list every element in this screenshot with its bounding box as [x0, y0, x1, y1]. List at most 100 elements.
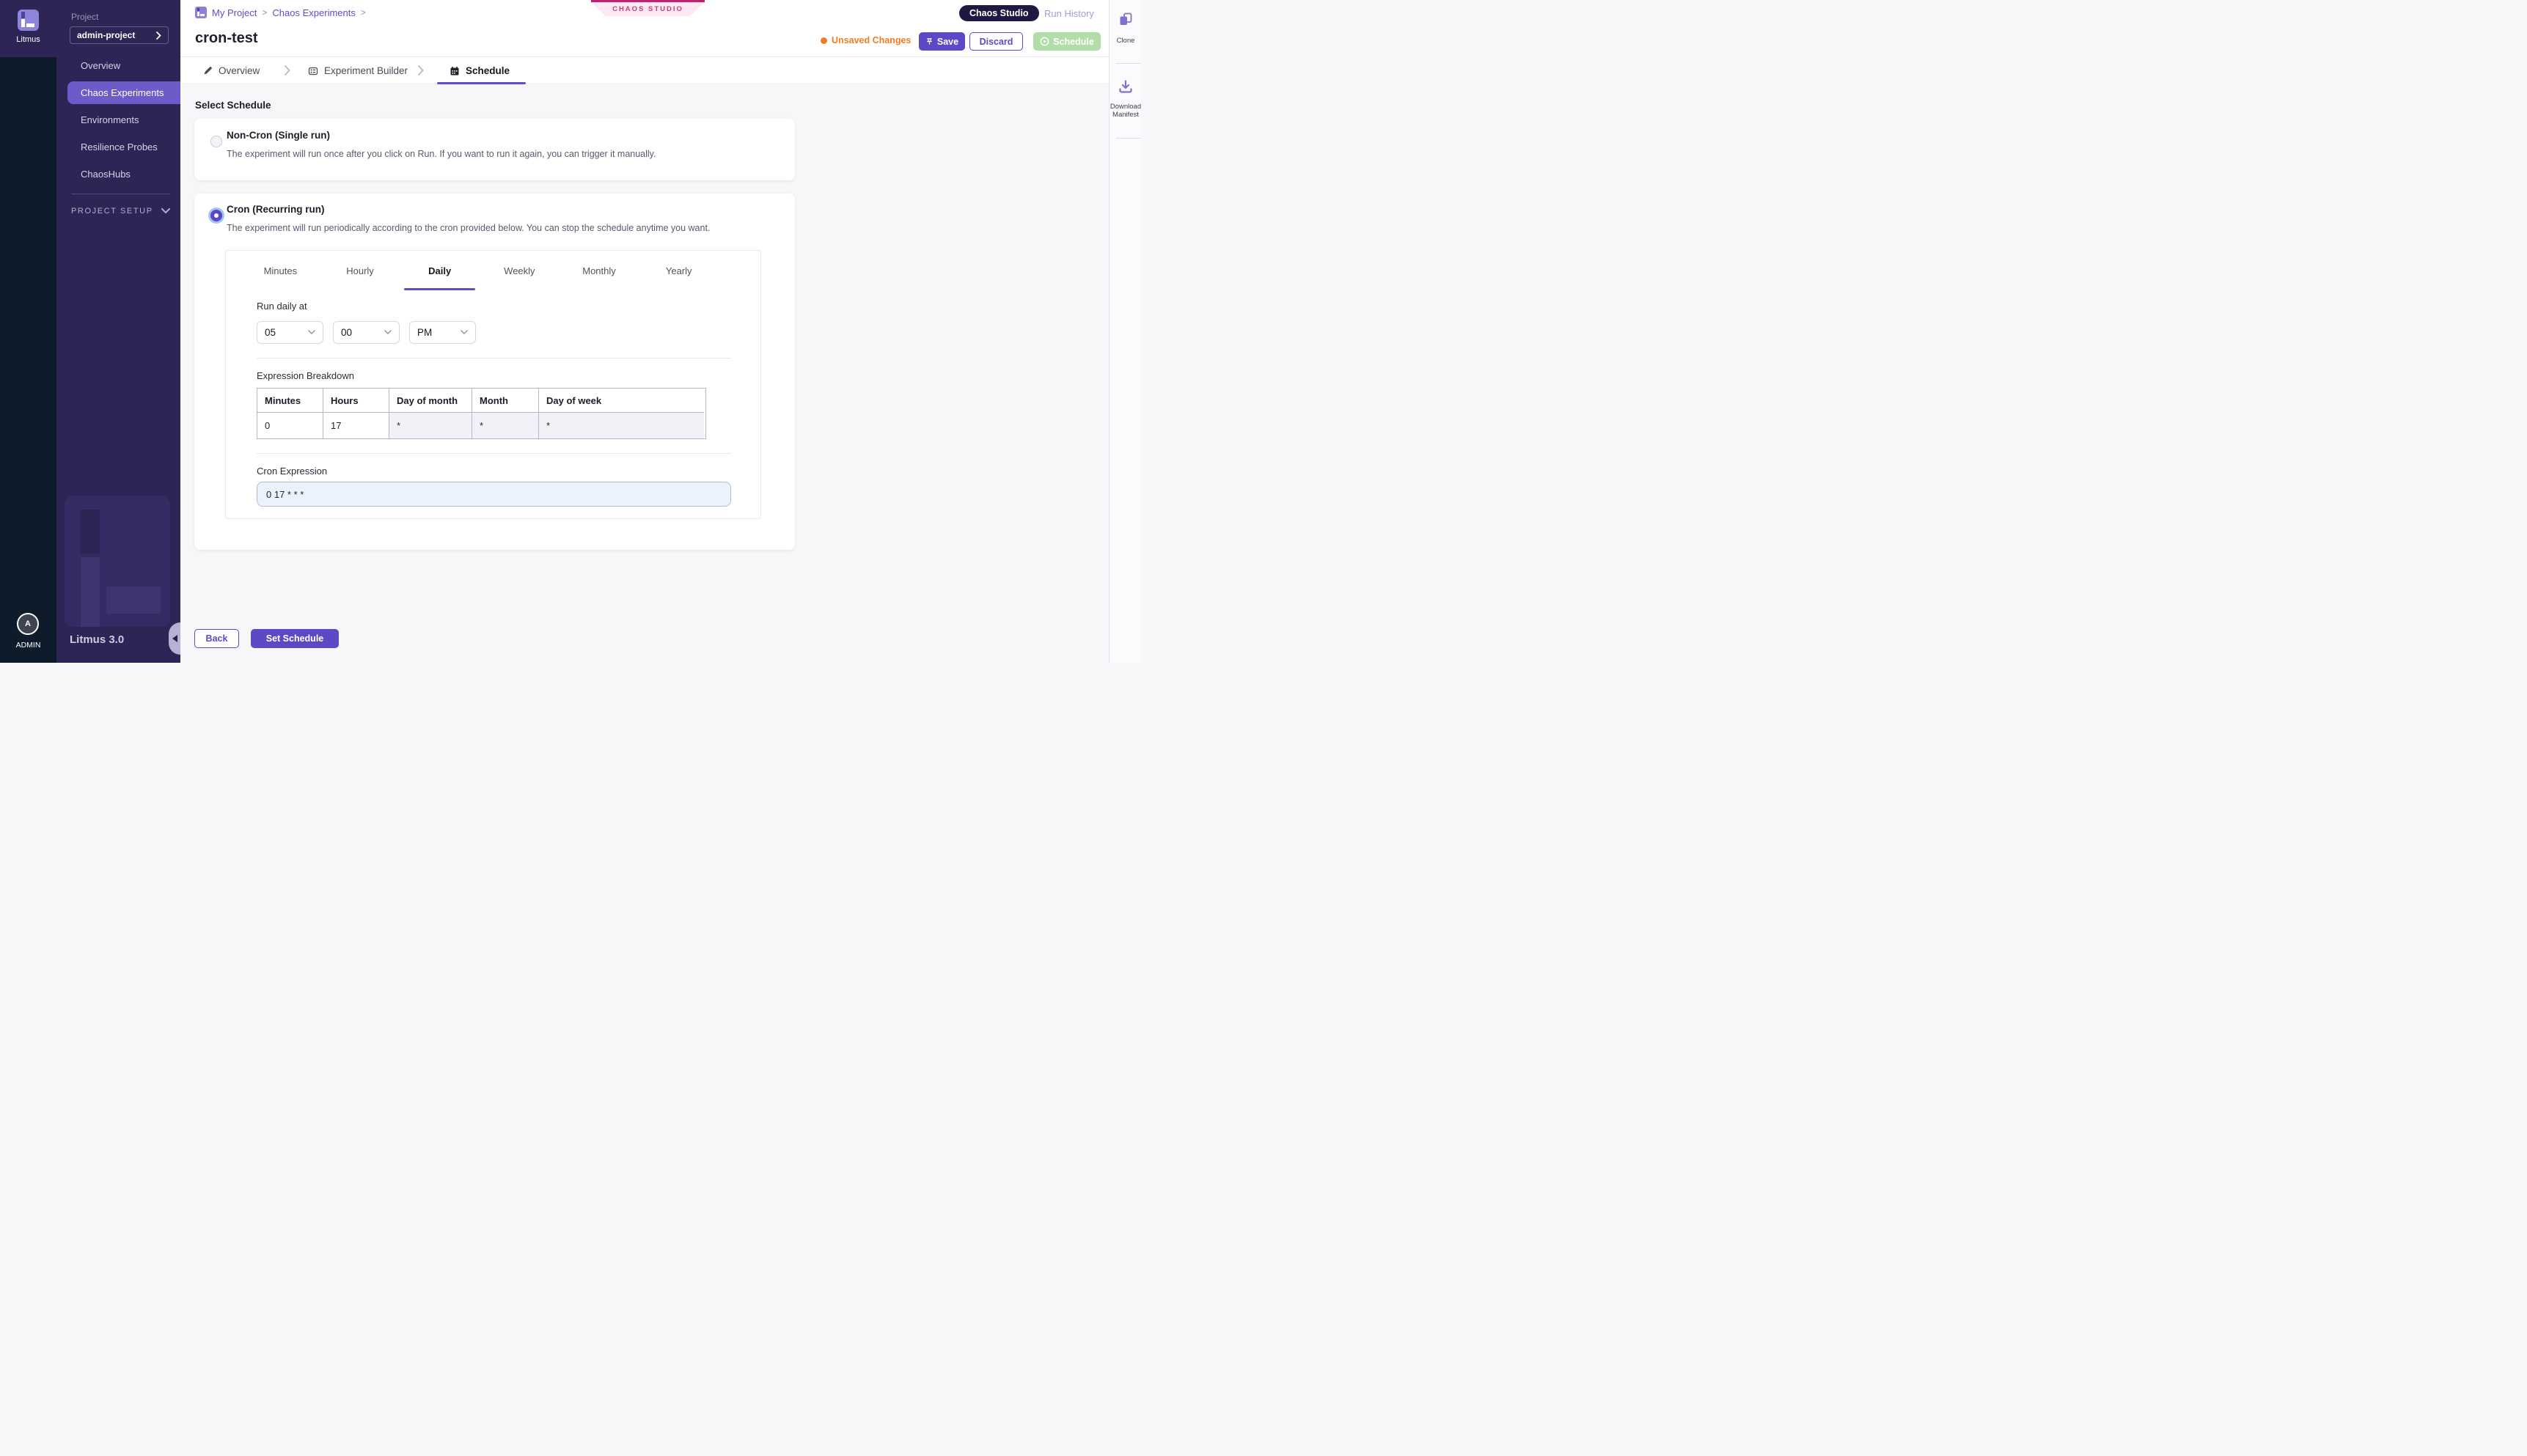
cron-radio[interactable] — [210, 210, 222, 221]
breadcrumb-chaos-experiments[interactable]: Chaos Experiments — [272, 7, 355, 18]
cron-expression-value: 0 17 * * * — [266, 489, 304, 500]
sidebar-item-overview[interactable]: Overview — [56, 52, 180, 79]
cron-title: Cron (Recurring run) — [227, 204, 325, 215]
chevron-down-icon — [461, 330, 468, 335]
chaos-studio-ribbon: CHAOS STUDIO — [591, 0, 705, 16]
cron-tab-hourly-label: Hourly — [346, 265, 374, 276]
discard-button[interactable]: Discard — [969, 32, 1023, 51]
clone-button[interactable] — [1110, 12, 1141, 28]
cron-tab-yearly-label: Yearly — [666, 265, 692, 276]
chevron-down-icon — [308, 330, 315, 335]
cron-tab-yearly[interactable]: Yearly — [639, 251, 719, 290]
expression-breakdown-label: Expression Breakdown — [257, 370, 354, 381]
tab-overview[interactable]: Overview — [203, 57, 260, 84]
stepper-tabbar: Overview Experiment Builder Schedule — [180, 57, 1109, 84]
collapse-arrow-icon — [172, 635, 177, 642]
cron-tab-daily[interactable]: Daily — [400, 251, 480, 290]
back-label: Back — [206, 633, 228, 644]
cron-tab-minutes-label: Minutes — [264, 265, 298, 276]
cron-tab-weekly-label: Weekly — [504, 265, 535, 276]
column-header: Hours — [323, 389, 389, 413]
run-history-toggle[interactable]: Run History — [1044, 8, 1094, 19]
tab-schedule-label: Schedule — [466, 65, 510, 76]
breakdown-hours-value: 17 — [323, 413, 389, 438]
cron-tab-hourly[interactable]: Hourly — [320, 251, 400, 290]
schedule-button-disabled[interactable]: Schedule — [1033, 32, 1101, 51]
save-button[interactable]: Save — [919, 32, 965, 51]
non-cron-radio[interactable] — [210, 136, 222, 147]
experiment-builder-icon — [308, 66, 318, 76]
version-label: Litmus 3.0 — [70, 633, 124, 646]
active-cron-tab-underline — [404, 288, 475, 290]
column-header: Day of month — [389, 389, 472, 413]
cron-tab-weekly[interactable]: Weekly — [480, 251, 560, 290]
discard-label: Discard — [980, 37, 1013, 47]
breadcrumb-my-project[interactable]: My Project — [212, 7, 257, 18]
project-setup-toggle[interactable]: PROJECT SETUP — [71, 207, 170, 216]
breakdown-minutes-value: 0 — [257, 413, 323, 438]
set-schedule-button[interactable]: Set Schedule — [251, 629, 339, 648]
active-tab-underline — [437, 82, 526, 84]
avatar-initial: A — [25, 619, 31, 628]
admin-avatar[interactable]: A — [17, 613, 39, 635]
sidebar-item-chaos-experiments[interactable]: Chaos Experiments — [67, 81, 180, 104]
cron-expression-input[interactable]: 0 17 * * * — [257, 482, 731, 507]
unsaved-changes-label: Unsaved Changes — [832, 35, 911, 45]
sidebar-item-environments[interactable]: Environments — [56, 106, 180, 133]
project-setup-label: PROJECT SETUP — [71, 207, 153, 216]
project-label: Project — [71, 12, 98, 22]
select-schedule-heading: Select Schedule — [195, 100, 271, 111]
left-rail: A ADMIN — [0, 0, 56, 663]
column-header: Day of week — [539, 389, 704, 413]
breadcrumb: My Project > Chaos Experiments > — [195, 7, 366, 18]
tab-experiment-builder[interactable]: Experiment Builder — [308, 57, 408, 84]
cron-tab-daily-label: Daily — [428, 265, 451, 276]
minute-select[interactable]: 00 — [333, 321, 400, 344]
meridiem-value: PM — [417, 327, 432, 338]
sidebar-nav: Overview Chaos Experiments Environments … — [56, 52, 180, 191]
project-selector[interactable]: admin-project — [70, 26, 169, 44]
pin-icon — [925, 37, 934, 45]
breadcrumb-separator: > — [361, 7, 366, 18]
expression-breakdown-table: Minutes Hours Day of month Month Day of … — [257, 388, 706, 439]
cron-tab-minutes[interactable]: Minutes — [241, 251, 320, 290]
chevron-down-icon — [161, 208, 170, 214]
tab-schedule[interactable]: Schedule — [450, 57, 510, 84]
litmus-logo-icon[interactable] — [18, 10, 39, 31]
litmus-watermark — [65, 496, 170, 627]
right-rail: Clone Download Manifest — [1109, 0, 1141, 663]
litmus-breadcrumb-icon — [195, 7, 207, 18]
chevron-right-icon — [285, 65, 290, 76]
cron-tab-monthly-label: Monthly — [582, 265, 616, 276]
download-icon — [1117, 79, 1134, 95]
hour-select[interactable]: 05 — [257, 321, 323, 344]
cron-expression-label: Cron Expression — [257, 466, 327, 477]
back-button[interactable]: Back — [194, 629, 239, 648]
time-selects: 05 00 PM — [257, 321, 476, 344]
non-cron-option-card: Non-Cron (Single run) The experiment wil… — [194, 119, 795, 180]
download-manifest-button[interactable] — [1110, 79, 1141, 95]
breadcrumb-separator: > — [262, 7, 267, 18]
breakdown-month-value: * — [472, 413, 539, 438]
clone-icon — [1118, 12, 1134, 28]
chevron-right-icon — [156, 32, 161, 40]
run-daily-at-label: Run daily at — [257, 301, 307, 312]
project-selector-value: admin-project — [77, 30, 135, 40]
hour-value: 05 — [265, 327, 276, 338]
cron-tab-monthly[interactable]: Monthly — [560, 251, 639, 290]
sidebar-item-resilience-probes[interactable]: Resilience Probes — [56, 133, 180, 161]
divider — [257, 358, 731, 359]
clone-label: Clone — [1110, 37, 1141, 45]
tab-experiment-builder-label: Experiment Builder — [324, 65, 408, 76]
admin-label: ADMIN — [0, 641, 56, 650]
chaos-studio-toggle[interactable]: Chaos Studio — [959, 5, 1039, 21]
sidebar-collapse-handle[interactable] — [169, 622, 180, 655]
sidebar-item-chaoshubs[interactable]: ChaosHubs — [56, 161, 180, 188]
schedule-label: Schedule — [1053, 37, 1094, 47]
cron-config-panel: Minutes Hourly Daily Weekly Monthly Year… — [225, 250, 761, 519]
cron-option-card: Cron (Recurring run) The experiment will… — [194, 194, 795, 550]
non-cron-title: Non-Cron (Single run) — [227, 130, 330, 141]
column-header: Month — [472, 389, 539, 413]
play-circle-icon — [1040, 37, 1049, 46]
meridiem-select[interactable]: PM — [409, 321, 476, 344]
